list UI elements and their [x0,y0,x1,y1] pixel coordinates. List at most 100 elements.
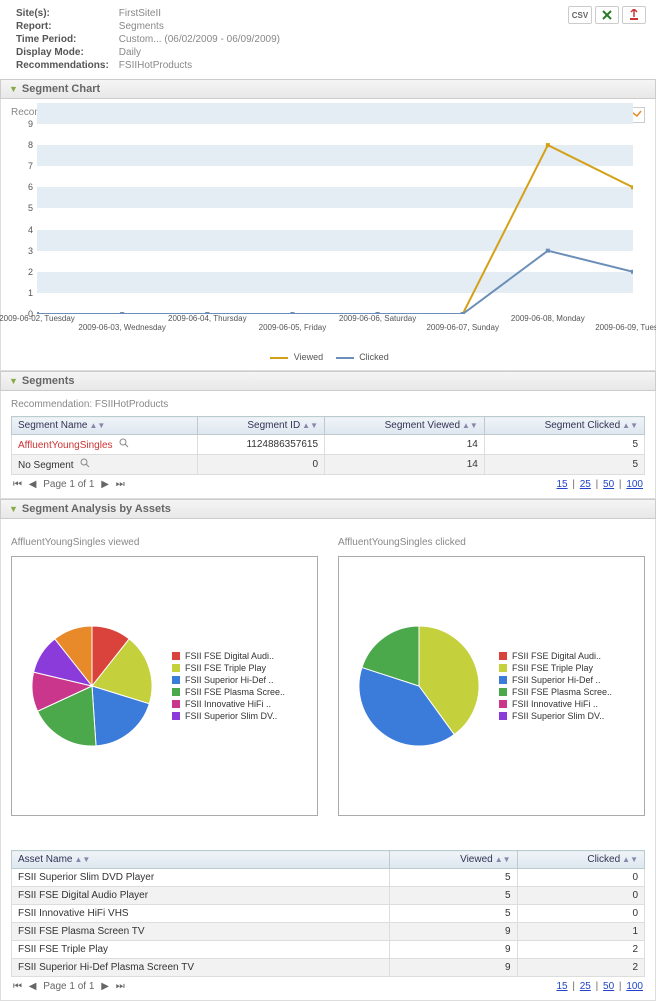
pager-last[interactable]: ⏭ [116,479,125,490]
meta-period-value: Custom... (06/02/2009 - 06/09/2009) [115,34,284,45]
pagesize-15[interactable]: 15 [556,479,567,490]
meta-rec-value: FSIIHotProducts [115,60,284,71]
pager-first[interactable]: ⏮ [13,981,22,992]
pie-legend-item: FSII FSE Triple Play [499,663,612,673]
table-row: AffluentYoungSingles1124886357615145 [12,435,645,455]
segments-table: Segment Name▲▼ Segment ID▲▼ Segment View… [11,416,645,475]
pie-legend-item: FSII FSE Triple Play [172,663,285,673]
pager-next[interactable]: ▶ [101,981,109,992]
pie-chart-clicked [349,616,489,756]
assets-pager: ⏮ ◀ Page 1 of 1 ▶ ⏭ 15 | 25 | 50 | 100 [11,981,645,992]
pager-nav: ⏮ ◀ Page 1 of 1 ▶ ⏭ [11,981,127,992]
export-pdf-button[interactable] [622,6,646,24]
col-segment-clicked[interactable]: Segment Clicked▲▼ [484,417,644,435]
pie-legend-item: FSII Innovative HiFi .. [172,699,285,709]
section-segments-header[interactable]: ▼ Segments [0,371,656,391]
cell-asset-name: FSII FSE Digital Audio Player [12,887,390,905]
cell-segment-id: 0 [197,455,324,475]
table-row: FSII FSE Plasma Screen TV91 [12,923,645,941]
col-segment-id[interactable]: Segment ID▲▼ [197,417,324,435]
meta-report-value: Segments [115,21,284,32]
pie-legend-item: FSII FSE Digital Audi.. [172,651,285,661]
pie-legend-item: FSII FSE Plasma Scree.. [499,687,612,697]
pie-legend-clicked: FSII FSE Digital Audi.. FSII FSE Triple P… [499,649,612,723]
pie-legend-viewed: FSII FSE Digital Audi.. FSII FSE Triple P… [172,649,285,723]
col-segment-viewed[interactable]: Segment Viewed▲▼ [325,417,485,435]
cell-asset-clicked: 0 [517,905,644,923]
pagesize-25[interactable]: 25 [580,479,591,490]
pager-first[interactable]: ⏮ [13,479,22,490]
chart-legend: Viewed Clicked [11,352,645,362]
section-analysis-header[interactable]: ▼ Segment Analysis by Assets [0,499,656,519]
table-row: FSII Superior Slim DVD Player50 [12,869,645,887]
table-row: FSII FSE Digital Audio Player50 [12,887,645,905]
meta-display-label: Display Mode: [12,47,113,58]
cell-asset-viewed: 5 [390,887,517,905]
cell-asset-clicked: 0 [517,887,644,905]
pagesize-50[interactable]: 50 [603,479,614,490]
pagesize-50[interactable]: 50 [603,981,614,992]
pager-sizes: 15 | 25 | 50 | 100 [554,981,645,992]
pie-panel-clicked: AffluentYoungSingles clicked FSII FSE Di… [338,537,645,816]
pager-prev[interactable]: ◀ [29,479,37,490]
pager-last[interactable]: ⏭ [116,981,125,992]
legend-viewed-label: Viewed [294,352,323,362]
pie-legend-item: FSII Superior Hi-Def .. [172,675,285,685]
section-chart-header[interactable]: ▼ Segment Chart [0,79,656,99]
pagesize-25[interactable]: 25 [580,981,591,992]
segments-pager: ⏮ ◀ Page 1 of 1 ▶ ⏭ 15 | 25 | 50 | 100 [11,479,645,490]
section-chart-title: Segment Chart [22,83,100,95]
pie-legend-item: FSII Superior Slim DV.. [499,711,612,721]
segments-recommendation: Recommendation: FSIIHotProducts [11,399,645,410]
pagesize-100[interactable]: 100 [626,479,643,490]
table-row: No Segment0145 [12,455,645,475]
section-analysis-body: AffluentYoungSingles viewed FSII FSE Dig… [0,519,656,1001]
section-chart-body: Recommendation: FSIIHotProducts 01234567… [0,99,656,371]
meta-display-value: Daily [115,47,284,58]
cell-asset-viewed: 9 [390,923,517,941]
cell-asset-name: FSII Superior Slim DVD Player [12,869,390,887]
table-row: FSII Superior Hi-Def Plasma Screen TV92 [12,959,645,977]
pagesize-15[interactable]: 15 [556,981,567,992]
pager-nav: ⏮ ◀ Page 1 of 1 ▶ ⏭ [11,479,127,490]
pager-prev[interactable]: ◀ [29,981,37,992]
collapse-icon: ▼ [9,84,18,94]
cell-segment-viewed: 14 [325,455,485,475]
legend-swatch-viewed [270,357,288,359]
cell-segment-name[interactable]: AffluentYoungSingles [12,435,198,455]
cell-asset-name: FSII FSE Plasma Screen TV [12,923,390,941]
pie-legend-item: FSII Innovative HiFi .. [499,699,612,709]
pie-legend-item: FSII Superior Slim DV.. [172,711,285,721]
cell-asset-clicked: 0 [517,869,644,887]
table-row: FSII Innovative HiFi VHS50 [12,905,645,923]
cell-segment-name: No Segment [12,455,198,475]
section-analysis-title: Segment Analysis by Assets [22,503,171,515]
section-segments-title: Segments [22,375,75,387]
report-meta: Site(s):FirstSiteII Report:Segments Time… [10,6,286,73]
pagesize-100[interactable]: 100 [626,981,643,992]
col-asset-clicked[interactable]: Clicked▲▼ [517,851,644,869]
cell-asset-name: FSII Superior Hi-Def Plasma Screen TV [12,959,390,977]
col-asset-viewed[interactable]: Viewed▲▼ [390,851,517,869]
pie-clicked-title: AffluentYoungSingles clicked [338,537,645,548]
cell-asset-clicked: 1 [517,923,644,941]
section-segments-body: Recommendation: FSIIHotProducts Segment … [0,391,656,499]
cell-segment-viewed: 14 [325,435,485,455]
pager-text: Page 1 of 1 [43,479,94,490]
legend-swatch-clicked [336,357,354,359]
col-segment-name[interactable]: Segment Name▲▼ [12,417,198,435]
cell-segment-clicked: 5 [484,455,644,475]
assets-table: Asset Name▲▼ Viewed▲▼ Clicked▲▼ FSII Sup… [11,850,645,977]
export-csv-button[interactable]: CSV [568,6,592,24]
pie-legend-item: FSII Superior Hi-Def .. [499,675,612,685]
pager-next[interactable]: ▶ [101,479,109,490]
pie-legend-item: FSII FSE Digital Audi.. [499,651,612,661]
legend-clicked-label: Clicked [359,352,389,362]
collapse-icon: ▼ [9,376,18,386]
col-asset-name[interactable]: Asset Name▲▼ [12,851,390,869]
pie-charts-row: AffluentYoungSingles viewed FSII FSE Dig… [11,537,645,816]
pie-chart-viewed [22,616,162,756]
cell-asset-viewed: 9 [390,959,517,977]
segment-line-chart: 0123456789 2009-06-02, Tuesday2009-06-03… [23,124,633,334]
export-xls-button[interactable] [595,6,619,24]
